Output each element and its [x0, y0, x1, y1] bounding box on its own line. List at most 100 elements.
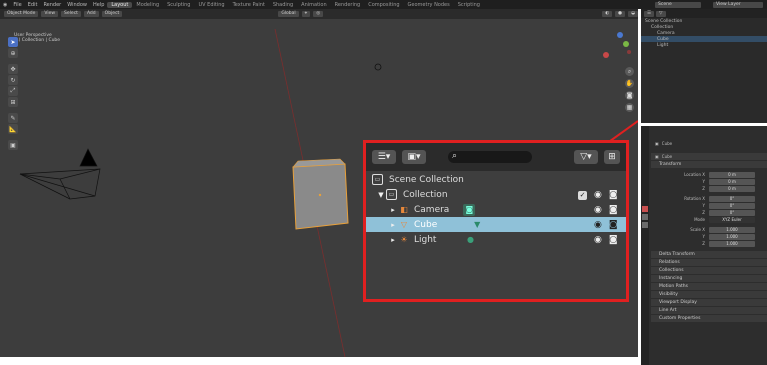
- tab-geometry-nodes[interactable]: Geometry Nodes: [404, 2, 454, 8]
- section-collections[interactable]: Collections: [651, 267, 767, 274]
- filter-funnel-icon[interactable]: ▽▾: [574, 150, 598, 164]
- light-object-icon: [374, 63, 382, 71]
- camera-render-icon[interactable]: ◙: [609, 220, 618, 230]
- physics-tab-icon[interactable]: [642, 222, 648, 228]
- top-bar: ◉ File Edit Render Window Help Layout Mo…: [0, 0, 767, 9]
- data-name-row[interactable]: ▣ Cube: [651, 153, 767, 160]
- expand-collection-icon[interactable]: ▼: [376, 191, 386, 199]
- eye-icon[interactable]: ◉: [594, 205, 602, 215]
- object-name: Cube: [661, 141, 673, 146]
- view-layer-selector[interactable]: View Layer: [713, 1, 763, 8]
- expand-cube-icon[interactable]: ▸: [388, 221, 398, 229]
- tab-compositing[interactable]: Compositing: [364, 2, 403, 8]
- section-motion-paths[interactable]: Motion Paths: [651, 283, 767, 290]
- menu-edit[interactable]: Edit: [25, 2, 41, 8]
- tab-sculpting[interactable]: Sculpting: [163, 2, 194, 8]
- rotation-y-label: Y: [702, 203, 705, 208]
- navigation-gizmo[interactable]: [598, 29, 638, 69]
- pan-hand-icon[interactable]: ✋: [625, 79, 634, 88]
- camera-render-icon[interactable]: ◙: [609, 190, 618, 200]
- data-cube-icon: ▣: [655, 154, 659, 159]
- location-x-field[interactable]: 0 m: [709, 171, 755, 178]
- mode-label: Mode: [694, 217, 705, 222]
- zoom-camera-row[interactable]: ▸ ◧ Camera ◙: [366, 202, 626, 217]
- section-relations[interactable]: Relations: [651, 259, 767, 266]
- rotation-label: Rotation X: [684, 196, 705, 201]
- location-z-row: Z 0 m: [651, 185, 767, 192]
- data-name-field[interactable]: Cube: [662, 154, 672, 159]
- section-visibility[interactable]: Visibility: [651, 291, 767, 298]
- tab-modeling[interactable]: Modeling: [132, 2, 163, 8]
- tab-shading[interactable]: Shading: [269, 2, 297, 8]
- light-data-icon[interactable]: ●: [464, 234, 476, 246]
- ortho-toggle-icon[interactable]: ▦: [625, 103, 634, 112]
- outliner-search-input[interactable]: ⌕: [448, 151, 532, 163]
- tab-texture-paint[interactable]: Texture Paint: [229, 2, 269, 8]
- blender-logo-icon[interactable]: ◉: [0, 2, 10, 8]
- location-y-field[interactable]: 0 m: [709, 178, 755, 185]
- viewport-nav-buttons: ⌕ ✋ ◙ ▦: [625, 67, 634, 112]
- menu-window[interactable]: Window: [64, 2, 90, 8]
- expand-camera-icon[interactable]: ▸: [388, 206, 398, 214]
- section-instancing[interactable]: Instancing: [651, 275, 767, 282]
- expand-light-icon[interactable]: ▸: [388, 236, 398, 244]
- camera-object-icon: [19, 148, 101, 200]
- rotation-z-field[interactable]: 0°: [709, 209, 755, 216]
- eye-icon[interactable]: ◉: [594, 220, 602, 230]
- transform-section-header[interactable]: Transform: [651, 161, 767, 168]
- properties-panel[interactable]: ▣ Cube ▣ Cube Transform Location X0 m Y0 m…: [641, 126, 767, 365]
- tab-rendering[interactable]: Rendering: [331, 2, 365, 8]
- camera-render-icon[interactable]: ◙: [609, 235, 618, 245]
- rotation-mode-select[interactable]: XYZ Euler: [709, 216, 755, 223]
- section-viewport-display[interactable]: Viewport Display: [651, 299, 767, 306]
- zoom-scene-collection-row[interactable]: ▭ Scene Collection: [366, 172, 626, 187]
- tab-layout[interactable]: Layout: [107, 1, 133, 8]
- display-mode-icon[interactable]: ☰: [644, 10, 655, 17]
- scale-x-field[interactable]: 1.000: [709, 226, 755, 233]
- tab-scripting[interactable]: Scripting: [454, 2, 484, 8]
- scale-y-label: Y: [702, 234, 705, 239]
- section-delta-transform[interactable]: Delta Transform: [651, 251, 767, 258]
- camera-data-icon[interactable]: ◙: [463, 203, 476, 216]
- modifier-tab-icon[interactable]: [642, 214, 648, 220]
- section-custom-properties[interactable]: Custom Properties: [651, 315, 767, 322]
- zoom-cube-row[interactable]: ▸ ▽ Cube ▼: [366, 217, 626, 232]
- exclude-checkbox[interactable]: ✓: [578, 190, 587, 200]
- rotation-x-row: Rotation X 0°: [651, 195, 767, 202]
- outliner-panel[interactable]: ☰ ▽ Scene Collection Collection Camera C…: [641, 9, 767, 123]
- camera-render-icon[interactable]: ◙: [609, 205, 618, 215]
- mesh-data-icon[interactable]: ▼: [471, 219, 483, 231]
- menu-help[interactable]: Help: [90, 2, 107, 8]
- tab-animation[interactable]: Animation: [297, 2, 331, 8]
- location-label: Location X: [684, 172, 705, 177]
- scale-y-field[interactable]: 1.000: [709, 233, 755, 240]
- mesh-object-type-icon: ▽: [400, 220, 408, 229]
- rotation-z-row: Z 0°: [651, 209, 767, 216]
- location-z-field[interactable]: 0 m: [709, 185, 755, 192]
- eye-icon[interactable]: ◉: [594, 235, 602, 245]
- light-visibility: ◉ ◙: [594, 235, 618, 245]
- search-icon: ⌕: [452, 151, 458, 161]
- zoom-light-row[interactable]: ▸ ☀ Light ●: [366, 232, 626, 247]
- eye-icon[interactable]: ◉: [594, 190, 602, 200]
- menu-file[interactable]: File: [10, 2, 24, 8]
- camera-view-icon[interactable]: ◙: [625, 91, 634, 100]
- outliner-header: ☰ ▽: [641, 9, 767, 18]
- new-collection-icon[interactable]: ⊞: [604, 150, 620, 164]
- rotation-x-field[interactable]: 0°: [709, 195, 755, 202]
- zoom-icon[interactable]: ⌕: [625, 67, 634, 76]
- view-filter-dropdown-icon[interactable]: ▣▾: [402, 150, 426, 164]
- rotation-y-field[interactable]: 0°: [709, 202, 755, 209]
- filter-icon[interactable]: ▽: [656, 10, 666, 17]
- tab-uv-editing[interactable]: UV Editing: [194, 2, 228, 8]
- camera-object-type-icon: ◧: [400, 205, 408, 214]
- menu-render[interactable]: Render: [40, 2, 64, 8]
- object-properties-tab-icon[interactable]: [642, 206, 648, 212]
- scene-selector[interactable]: Scene: [655, 1, 701, 8]
- outliner-light[interactable]: Light: [641, 42, 767, 48]
- scale-y-row: Y 1.000: [651, 233, 767, 240]
- section-line-art[interactable]: Line Art: [651, 307, 767, 314]
- outliner-zoom-callout: ☰▾ ▣▾ ⌕ ▽▾ ⊞ ▭ Scene Collection ▼ ▭ Coll…: [363, 140, 629, 302]
- scale-z-field[interactable]: 1.000: [709, 240, 755, 247]
- display-mode-dropdown-icon[interactable]: ☰▾: [372, 150, 396, 164]
